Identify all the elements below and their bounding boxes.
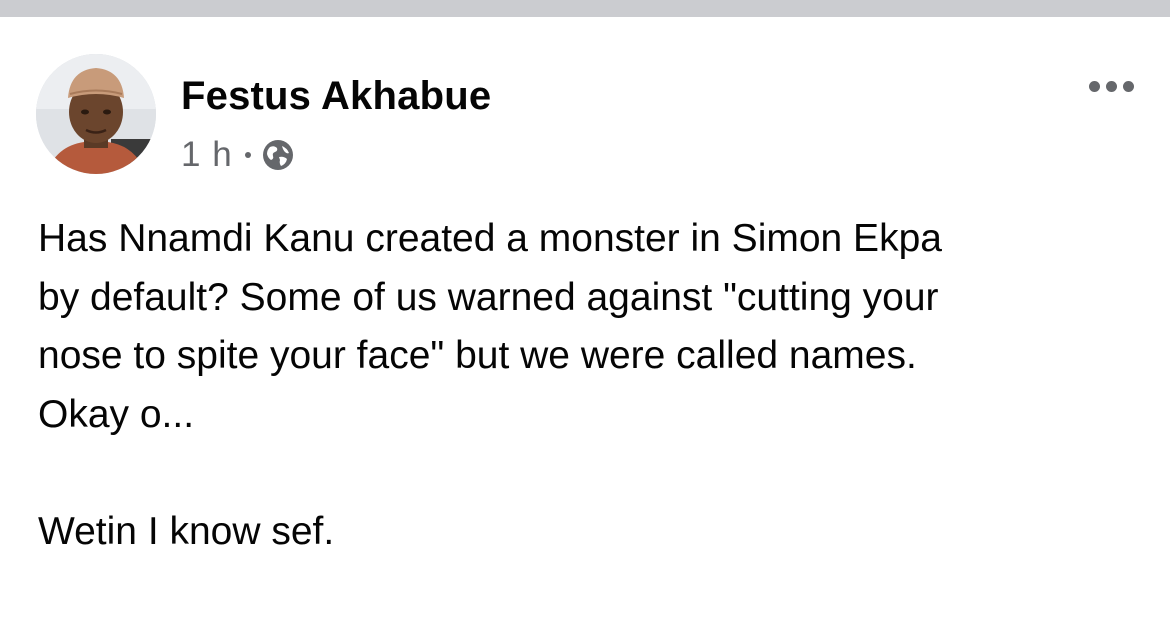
post-text-line: Okay o... xyxy=(38,392,195,436)
post-text-line: nose to spite your face" but we were cal… xyxy=(38,334,917,377)
post-text-line: Has Nnamdi Kanu created a monster in Sim… xyxy=(38,217,942,260)
post-meta: 1 h xyxy=(181,135,295,175)
post-text-line: Wetin I know sef. xyxy=(38,509,335,553)
meta-separator-dot xyxy=(244,152,251,158)
author-name[interactable]: Festus Akhabue xyxy=(181,72,491,120)
post-text-line: by default? Some of us warned against "c… xyxy=(38,275,939,319)
globe-icon[interactable] xyxy=(261,138,295,172)
post-timestamp[interactable]: 1 h xyxy=(181,135,233,175)
avatar[interactable] xyxy=(36,54,156,174)
post-body: Has Nnamdi Kanu created a monster in Sim… xyxy=(38,210,1138,561)
more-options-icon[interactable] xyxy=(1080,69,1142,103)
post-card: Festus Akhabue 1 h Has Nnamdi Kanu creat… xyxy=(0,17,1170,620)
top-divider-strip xyxy=(0,0,1170,17)
